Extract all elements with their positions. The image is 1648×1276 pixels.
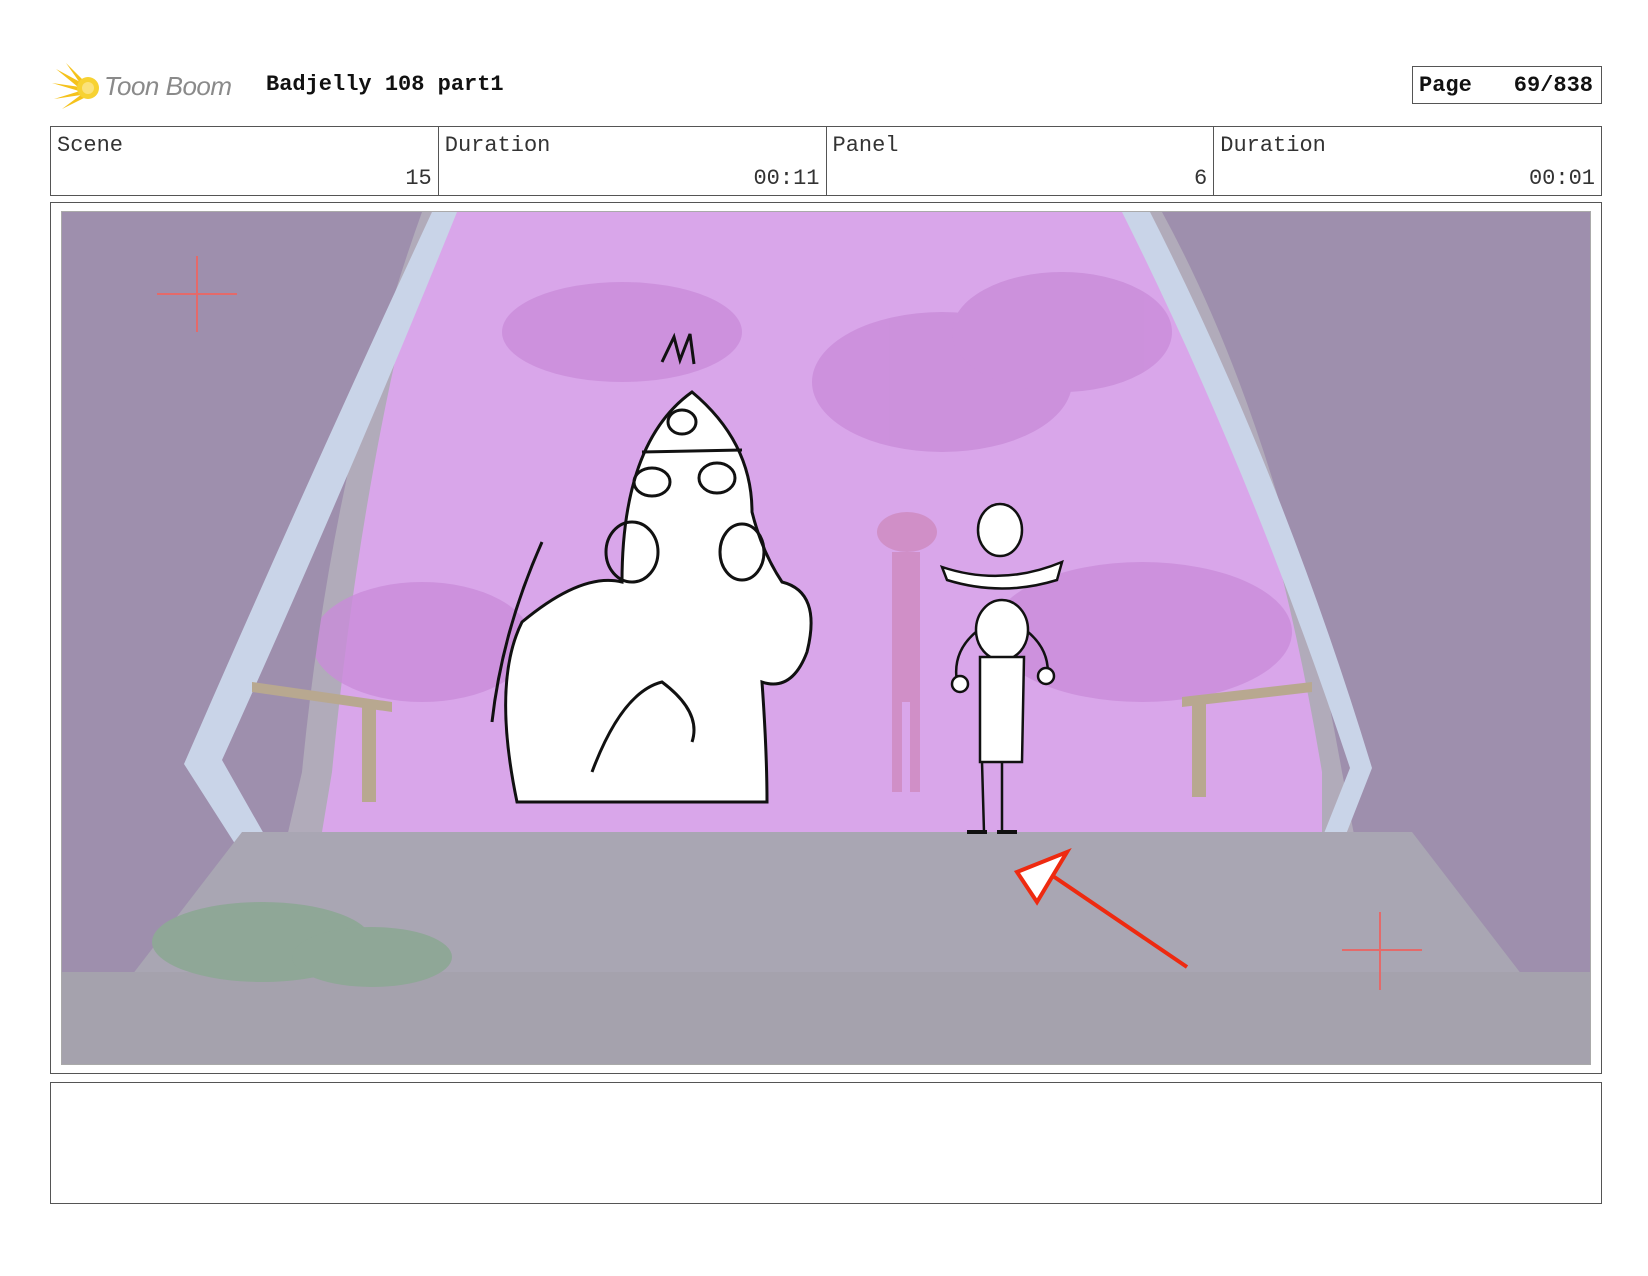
storyboard-header: Toon Boom Badjelly 108 part1 Page 69/838: [52, 58, 1602, 114]
panel-label: Panel: [832, 133, 899, 158]
logo-text: Toon Boom: [104, 70, 232, 101]
panel-duration-label: Duration: [1220, 133, 1326, 158]
foreground-strip: [62, 972, 1590, 1064]
scene-label: Scene: [57, 133, 124, 158]
panel-cell: Panel 6: [827, 127, 1215, 195]
document-title: Badjelly 108 part1: [266, 72, 504, 97]
scene-duration-value: 00:11: [753, 166, 820, 191]
page-indicator: Page 69/838: [1412, 66, 1602, 104]
scene-value: 15: [405, 166, 432, 191]
panel-frame: [50, 202, 1602, 1074]
page-value: 69/838: [1513, 72, 1593, 98]
storyboard-panel-image[interactable]: [61, 211, 1591, 1065]
panel-value: 6: [1194, 166, 1208, 191]
panel-artwork: [62, 212, 1590, 1064]
panel-duration-value: 00:01: [1528, 166, 1595, 191]
panel-notes-box[interactable]: [50, 1082, 1602, 1204]
panel-info-row: Scene 15 Duration 00:11 Panel 6 Duration…: [50, 126, 1602, 196]
scene-duration-cell: Duration 00:11: [439, 127, 827, 195]
logo-burst-icon: [52, 63, 99, 109]
panel-duration-cell: Duration 00:01: [1214, 127, 1601, 195]
scene-duration-label: Duration: [444, 133, 551, 158]
page-label: Page: [1419, 72, 1472, 98]
toon-boom-logo: Toon Boom: [52, 58, 232, 114]
scene-cell: Scene 15: [51, 127, 439, 195]
